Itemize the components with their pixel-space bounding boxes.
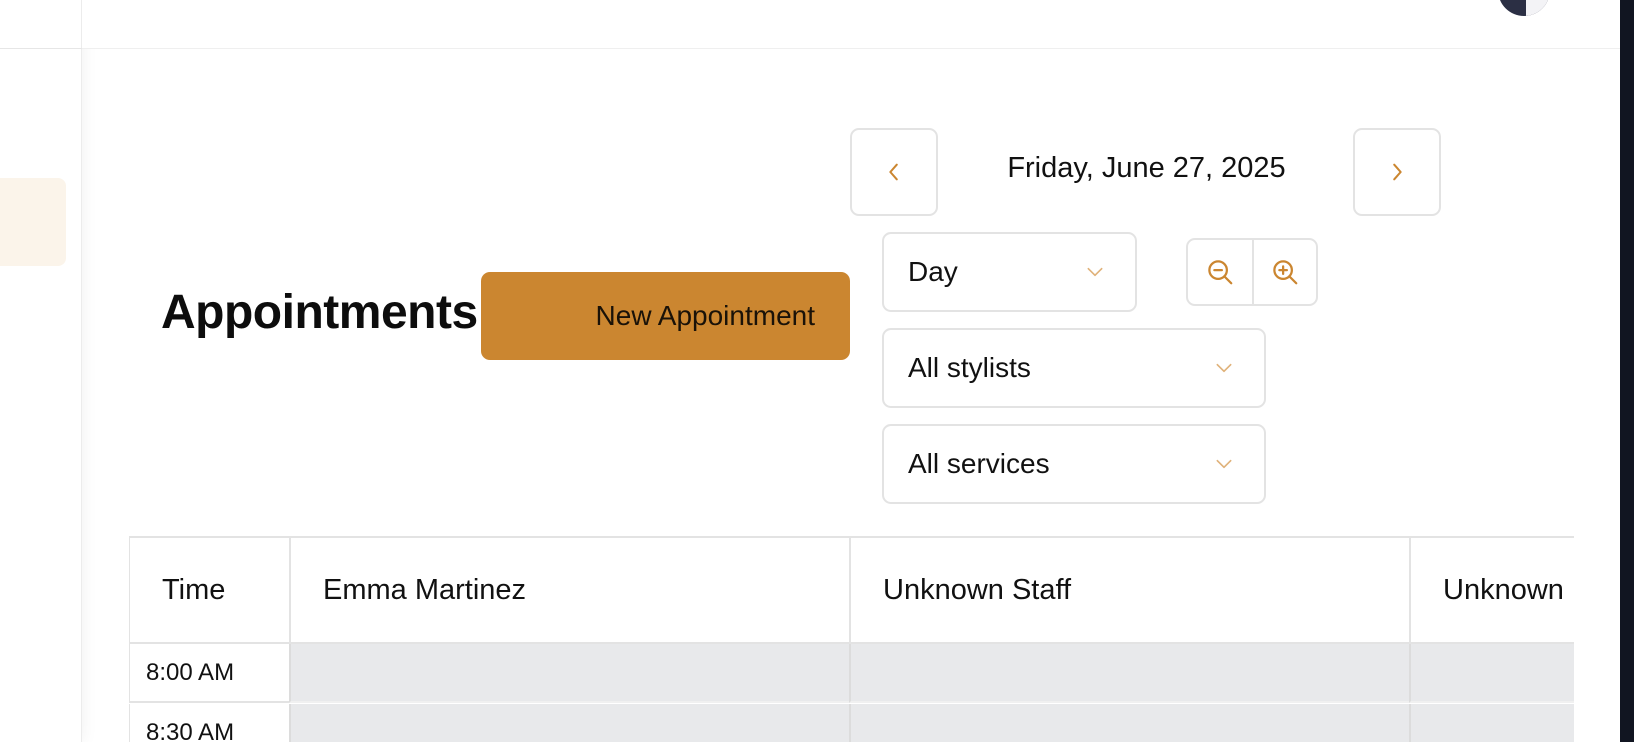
- service-select[interactable]: All services: [882, 424, 1266, 504]
- chevron-down-icon: [1216, 459, 1232, 469]
- chevron-down-icon: [1087, 267, 1103, 277]
- next-day-button[interactable]: [1353, 128, 1441, 216]
- top-bar: [82, 0, 1620, 49]
- zoom-in-icon: [1273, 260, 1298, 285]
- staff-column-header: Emma Martinez: [289, 538, 849, 642]
- schedule-header-row: Time Emma Martinez Unknown Staff Unknown: [129, 538, 1574, 644]
- new-appointment-button[interactable]: New Appointment: [481, 272, 850, 360]
- time-slot-cell[interactable]: [849, 644, 1409, 703]
- service-select-value: All services: [908, 448, 1050, 479]
- stylist-select[interactable]: All stylists: [882, 328, 1266, 408]
- time-slot-row: 8:00 AM: [129, 644, 1574, 703]
- time-slot-cell[interactable]: [849, 704, 1409, 742]
- sidebar-item-active[interactable]: [0, 178, 66, 266]
- zoom-controls: [1186, 238, 1318, 306]
- time-column-header: Time: [129, 538, 289, 642]
- time-slot-cell[interactable]: [1409, 704, 1574, 742]
- page-title: Appointments: [161, 286, 478, 339]
- staff-column-header: Unknown: [1409, 538, 1574, 642]
- avatar[interactable]: [1498, 0, 1550, 16]
- window-edge: [1620, 0, 1634, 742]
- time-slot-row: 8:30 AM: [129, 704, 1574, 742]
- view-select[interactable]: Day: [882, 232, 1137, 312]
- zoom-out-icon: [1208, 260, 1233, 285]
- zoom-in-button[interactable]: [1251, 240, 1316, 304]
- view-select-value: Day: [908, 256, 958, 287]
- time-slot-cell[interactable]: [1409, 644, 1574, 703]
- chevron-left-icon: [889, 163, 898, 181]
- chevron-right-icon: [1393, 163, 1402, 181]
- time-slot-cell[interactable]: [289, 704, 849, 742]
- staff-column-header: Unknown Staff: [849, 538, 1409, 642]
- schedule-grid: Time Emma Martinez Unknown Staff Unknown…: [129, 536, 1574, 742]
- previous-day-button[interactable]: [850, 128, 938, 216]
- new-appointment-label: New Appointment: [595, 300, 815, 331]
- current-date: Friday, June 27, 2025: [1007, 152, 1286, 184]
- time-slot-label: 8:30 AM: [129, 704, 289, 742]
- sidebar: [0, 0, 82, 742]
- sidebar-divider: [0, 48, 82, 49]
- zoom-out-button[interactable]: [1188, 240, 1252, 304]
- stylist-select-value: All stylists: [908, 352, 1031, 383]
- time-slot-label: 8:00 AM: [129, 644, 289, 703]
- chevron-down-icon: [1216, 363, 1232, 373]
- time-slot-cell[interactable]: [289, 644, 849, 703]
